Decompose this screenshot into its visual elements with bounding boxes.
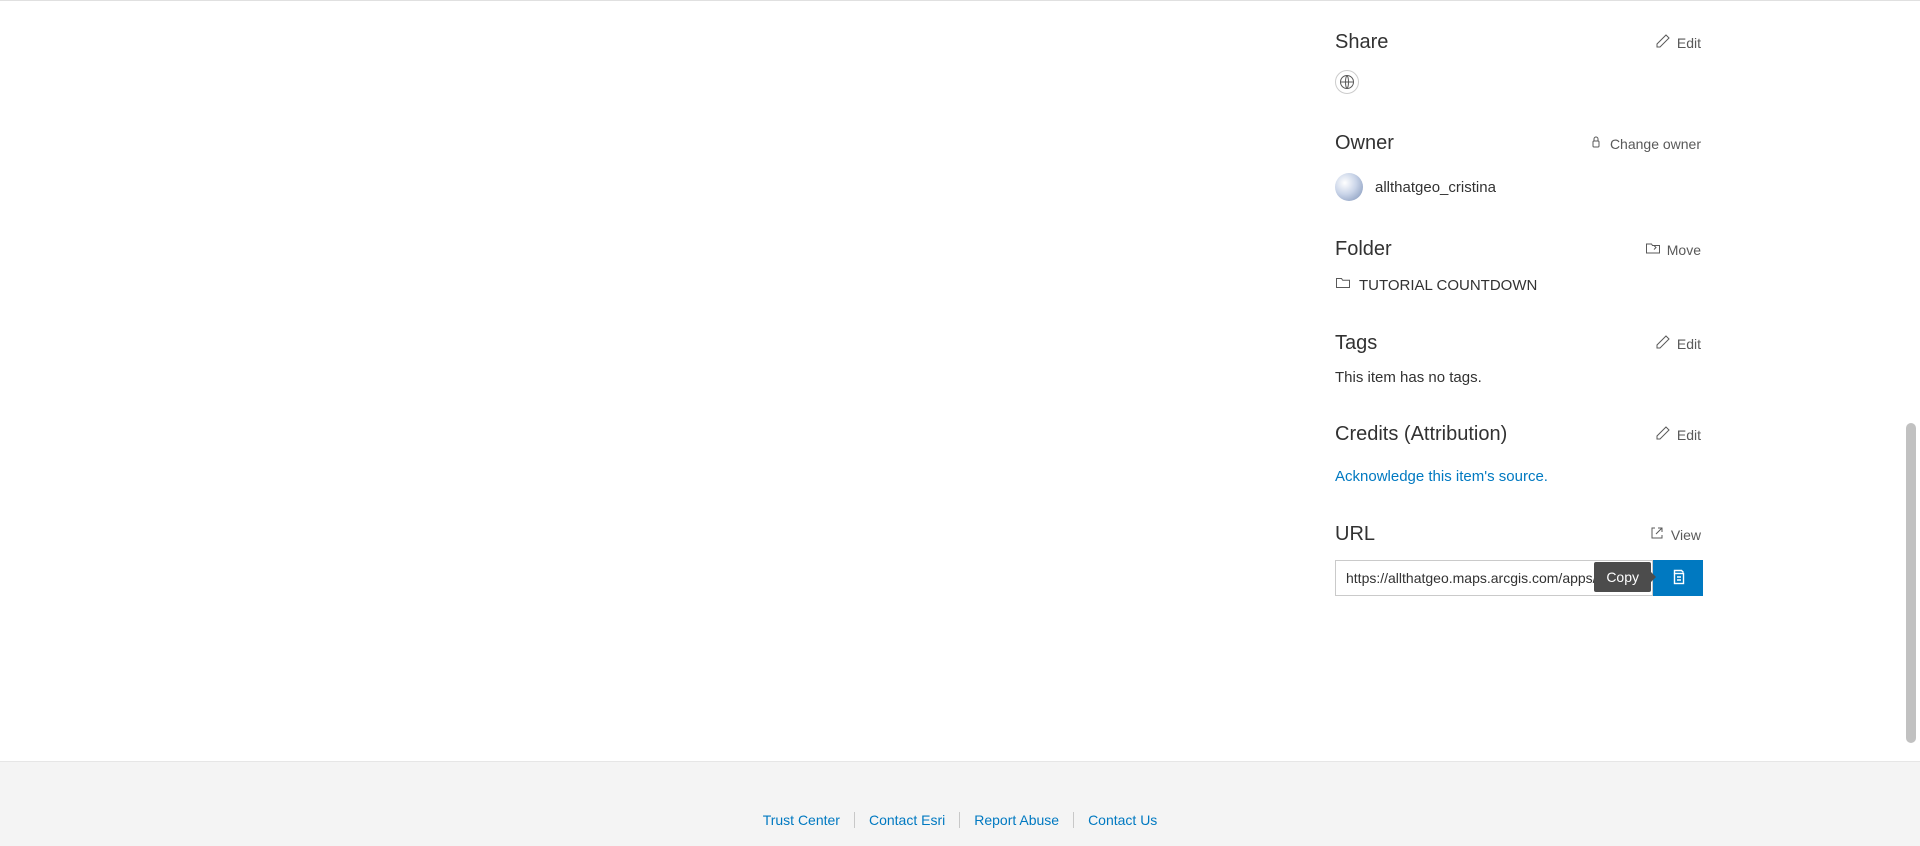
share-title: Share	[1335, 31, 1388, 54]
move-folder-button[interactable]: Move	[1643, 236, 1703, 263]
footer-link-trust-center[interactable]: Trust Center	[749, 812, 854, 828]
move-folder-label: Move	[1667, 242, 1701, 258]
owner-title: Owner	[1335, 132, 1394, 155]
url-input[interactable]	[1335, 560, 1653, 596]
view-url-button[interactable]: View	[1647, 521, 1703, 548]
acknowledge-source-link[interactable]: Acknowledge this item's source.	[1335, 468, 1548, 485]
owner-section: Owner Change owner allthatgeo_cristina	[1335, 130, 1703, 201]
item-details-sidebar: Share Edit Owner	[1335, 1, 1703, 596]
edit-tags-button[interactable]: Edit	[1653, 330, 1703, 357]
folder-section: Folder Move TUTORIA	[1335, 236, 1703, 295]
footer-link-contact-esri[interactable]: Contact Esri	[855, 812, 959, 828]
copy-icon	[1669, 568, 1687, 589]
folder-title: Folder	[1335, 238, 1392, 261]
folder-icon	[1335, 275, 1351, 295]
external-link-icon	[1649, 525, 1665, 544]
edit-credits-label: Edit	[1677, 427, 1701, 443]
vertical-scrollbar[interactable]	[1904, 3, 1918, 844]
scrollbar-thumb[interactable]	[1906, 423, 1916, 743]
folder-name: TUTORIAL COUNTDOWN	[1359, 277, 1537, 294]
footer-links: Trust Center Contact Esri Report Abuse C…	[749, 812, 1172, 828]
footer-link-report-abuse[interactable]: Report Abuse	[960, 812, 1073, 828]
pencil-icon	[1655, 33, 1671, 52]
credits-section: Credits (Attribution) Edit Acknowledge t…	[1335, 421, 1703, 486]
owner-avatar	[1335, 173, 1363, 201]
view-url-label: View	[1671, 527, 1701, 543]
change-owner-button[interactable]: Change owner	[1586, 130, 1703, 157]
pencil-icon	[1655, 425, 1671, 444]
credits-title: Credits (Attribution)	[1335, 423, 1507, 446]
tags-section: Tags Edit This item has no tags.	[1335, 330, 1703, 386]
pencil-icon	[1655, 334, 1671, 353]
edit-share-label: Edit	[1677, 35, 1701, 51]
edit-tags-label: Edit	[1677, 336, 1701, 352]
url-title: URL	[1335, 523, 1375, 546]
tags-title: Tags	[1335, 332, 1377, 355]
change-owner-label: Change owner	[1610, 136, 1701, 152]
move-icon	[1645, 240, 1661, 259]
page-footer: Trust Center Contact Esri Report Abuse C…	[0, 761, 1920, 846]
owner-change-icon	[1588, 134, 1604, 153]
owner-name: allthatgeo_cristina	[1375, 179, 1496, 196]
edit-credits-button[interactable]: Edit	[1653, 421, 1703, 448]
tags-empty-text: This item has no tags.	[1335, 369, 1703, 386]
footer-link-contact-us[interactable]: Contact Us	[1074, 812, 1171, 828]
share-public-icon[interactable]	[1335, 70, 1359, 94]
url-section: URL View Copy	[1335, 521, 1703, 596]
edit-share-button[interactable]: Edit	[1653, 29, 1703, 56]
share-section: Share Edit	[1335, 29, 1703, 95]
copy-url-button[interactable]	[1653, 560, 1703, 596]
